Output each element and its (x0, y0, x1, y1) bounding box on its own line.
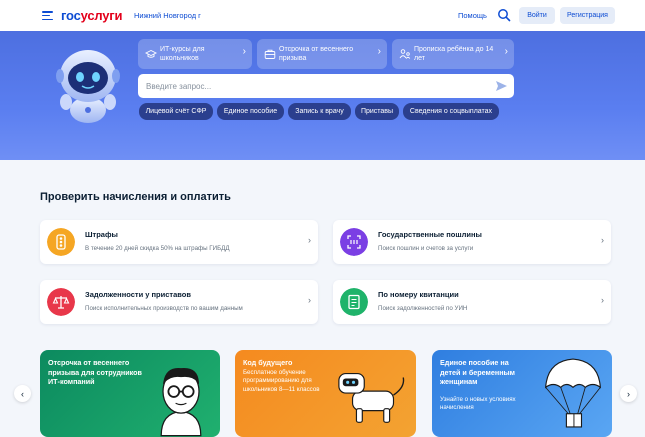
card-fines[interactable]: Штрафы В течение 20 дней скидка 50% на ш… (40, 220, 318, 264)
briefcase-icon (264, 49, 276, 59)
hero-banner: ИТ-курсы для школьников › Отсрочка от ве… (0, 31, 645, 160)
card-subtitle: Поиск пошлин и счетов за услуги (378, 245, 474, 252)
receipt-icon (340, 228, 368, 256)
card-subtitle: Поиск задолженностей по УИН (378, 305, 468, 312)
promo-title: Отсрочка от весеннего призыва для сотруд… (48, 358, 142, 386)
card-title: Задолженности у приставов (85, 290, 191, 299)
top-header: госуслуги Нижний Новгород г Помощь Войти… (0, 0, 645, 31)
section-title: Проверить начисления и оплатить (40, 191, 231, 203)
search-icon[interactable] (497, 8, 511, 22)
card-title: По номеру квитанции (378, 290, 459, 299)
chevron-right-icon: › (601, 235, 604, 245)
promo-code-of-future[interactable]: Код будущего Бесплатное обучение програм… (235, 350, 416, 437)
promo-unified-allowance[interactable]: Единое пособие на детей и беременным жен… (432, 350, 612, 437)
card-subtitle: Поиск исполнительных производств по ваши… (85, 305, 243, 312)
card-title: Штрафы (85, 230, 118, 239)
promo-subtitle: Бесплатное обучение программированию для… (243, 369, 320, 393)
traffic-light-icon (47, 228, 75, 256)
card-bailiff-debts[interactable]: Задолженности у приставов Поиск исполнит… (40, 280, 318, 324)
robot-dog-illustration-icon (338, 372, 405, 423)
carousel-prev-button[interactable]: ‹ (14, 385, 31, 402)
family-icon (399, 49, 411, 59)
card-state-duties[interactable]: Государственные пошлины Поиск пошлин и с… (333, 220, 611, 264)
quick-link-it-courses[interactable]: ИТ-курсы для школьников › (138, 39, 252, 69)
quick-link-draft-deferral[interactable]: Отсрочка от весеннего призыва › (257, 39, 387, 69)
promo-draft-deferral[interactable]: Отсрочка от весеннего призыва для сотруд… (40, 350, 220, 437)
robot-mascot-icon (56, 50, 120, 123)
chip-social-payments[interactable]: Сведения о соцвыплатах (403, 103, 499, 120)
man-with-glasses-illustration-icon (160, 367, 202, 437)
chip-unified-allowance[interactable]: Единое пособие (217, 103, 284, 120)
chevron-right-icon: › (377, 46, 381, 57)
send-arrow-icon[interactable] (495, 80, 508, 92)
quick-link-child-registration[interactable]: Прописка ребёнка до 14 лет › (392, 39, 514, 69)
card-subtitle: В течение 20 дней скидка 50% на штрафы Г… (85, 245, 230, 252)
search-box (138, 74, 514, 98)
graduation-cap-icon (145, 49, 157, 58)
chevron-right-icon: › (242, 46, 246, 57)
parachute-gift-illustration-icon (545, 358, 601, 428)
chevron-right-icon: › (504, 46, 508, 57)
chip-sfr-account[interactable]: Лицевой счёт СФР (139, 103, 213, 120)
promo-title: Единое пособие на детей и беременным жен… (440, 358, 515, 386)
help-link[interactable]: Помощь (458, 11, 487, 20)
chip-doctor-appointment[interactable]: Запись к врачу (288, 103, 351, 120)
chevron-right-icon: › (308, 295, 311, 305)
login-button[interactable]: Войти (519, 7, 555, 24)
register-button[interactable]: Регистрация (560, 7, 615, 24)
promo-subtitle: Узнайте о новых условиях начисления (440, 396, 516, 412)
chevron-right-icon: › (601, 295, 604, 305)
city-selector[interactable]: Нижний Новгород г (134, 11, 201, 20)
carousel-next-button[interactable]: › (620, 385, 637, 402)
card-title: Государственные пошлины (378, 230, 482, 239)
card-receipt-number[interactable]: По номеру квитанции Поиск задолженностей… (333, 280, 611, 324)
chevron-right-icon: › (308, 235, 311, 245)
chip-bailiffs[interactable]: Приставы (355, 103, 399, 120)
scales-icon (47, 288, 75, 316)
menu-icon[interactable] (42, 11, 53, 21)
gosuslugi-logo[interactable]: госуслуги (61, 8, 123, 23)
search-input[interactable] (138, 74, 468, 98)
document-icon (340, 288, 368, 316)
